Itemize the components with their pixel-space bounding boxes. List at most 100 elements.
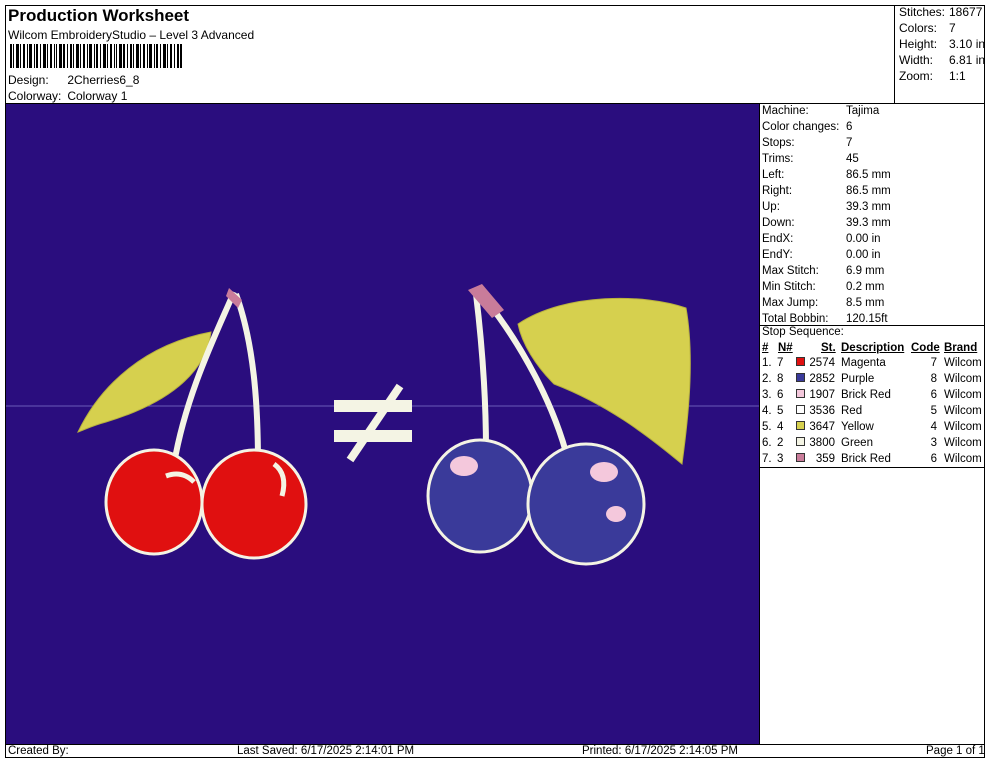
row-number: 2.	[762, 373, 772, 385]
left-stem-b	[233, 292, 261, 465]
row-needle: 6	[777, 389, 784, 401]
row-stitches: 2574	[809, 357, 835, 369]
info-value: 86.5 mm	[846, 185, 891, 197]
row-stitches: 359	[815, 453, 835, 465]
info-value: 39.3 mm	[846, 201, 891, 213]
color-swatch	[796, 437, 805, 446]
info-label: EndY:	[762, 249, 793, 261]
info-value: 120.15ft	[846, 313, 888, 325]
footer-page: Page 1 of 1	[926, 745, 985, 757]
row-needle: 7	[777, 357, 784, 369]
row-code: 5	[930, 405, 937, 417]
row-needle: 2	[777, 437, 784, 449]
height-value: 3.10 in	[949, 37, 986, 51]
cherries-artwork	[6, 284, 759, 566]
row-number: 4.	[762, 405, 772, 417]
colors-value: 7	[949, 21, 956, 35]
zoom-value: 1:1	[949, 69, 966, 83]
info-label: Max Jump:	[762, 297, 819, 309]
row-number: 3.	[762, 389, 772, 401]
footer-created: Created By:	[8, 745, 69, 757]
sequence-row: 4. 5 3536 Red 5 Wilcom	[762, 405, 984, 420]
software-name: Wilcom EmbroideryStudio – Level 3 Advanc…	[8, 28, 255, 42]
purple-highlight-a	[450, 456, 478, 476]
color-swatch	[796, 373, 805, 382]
row-description: Purple	[841, 373, 875, 385]
width-label: Width:	[899, 53, 934, 67]
info-value: 7	[846, 137, 853, 149]
color-swatch	[796, 405, 805, 414]
row-description: Brick Red	[841, 453, 891, 465]
info-label: EndX:	[762, 233, 794, 245]
row-description: Magenta	[841, 357, 886, 369]
design-row: Design: 2Cherries6_8	[8, 73, 139, 87]
info-label: Color changes:	[762, 121, 840, 133]
sequence-row: 2. 8 2852 Purple 8 Wilcom	[762, 373, 984, 388]
sequence-row: 5. 4 3647 Yellow 4 Wilcom	[762, 421, 984, 436]
height-label: Height:	[899, 37, 938, 51]
color-swatch	[796, 389, 805, 398]
row-description: Brick Red	[841, 389, 891, 401]
stats-box: Stitches: 18677 Colors: 7 Height: 3.10 in W…	[894, 5, 986, 103]
right-stem-a	[473, 293, 489, 451]
info-value: 8.5 mm	[846, 297, 885, 309]
colors-label: Colors:	[899, 21, 938, 35]
not-equal-sign	[334, 383, 412, 463]
row-stitches: 3800	[809, 437, 835, 449]
zoom-label: Zoom:	[899, 69, 934, 83]
colorway-value: Colorway 1	[67, 89, 128, 103]
sequence-row: 3. 6 1907 Brick Red 6 Wilcom	[762, 389, 984, 404]
col-stitches: St.	[821, 342, 836, 354]
info-label: Machine:	[762, 105, 809, 117]
stitches-value: 18677	[949, 5, 983, 19]
row-stitches: 3536	[809, 405, 835, 417]
row-brand: Wilcom	[944, 389, 982, 401]
row-description: Green	[841, 437, 873, 449]
row-code: 6	[930, 453, 937, 465]
info-value: 0.2 mm	[846, 281, 885, 293]
row-code: 6	[930, 389, 937, 401]
row-needle: 3	[777, 453, 784, 465]
left-leaf	[77, 331, 212, 433]
equals-bar-top	[334, 400, 412, 412]
row-brand: Wilcom	[944, 437, 982, 449]
row-brand: Wilcom	[944, 373, 982, 385]
design-value: 2Cherries6_8	[67, 73, 140, 87]
col-needle: N#	[778, 342, 793, 354]
color-swatch	[796, 357, 805, 366]
row-brand: Wilcom	[944, 453, 982, 465]
sequence-row: 1. 7 2574 Magenta 7 Wilcom	[762, 357, 984, 372]
info-label: Up:	[762, 201, 780, 213]
info-label: Stops:	[762, 137, 795, 149]
info-value: 86.5 mm	[846, 169, 891, 181]
slash	[346, 383, 404, 463]
row-number: 1.	[762, 357, 772, 369]
row-brand: Wilcom	[944, 421, 982, 433]
row-needle: 4	[777, 421, 784, 433]
purple-cherry-right	[526, 442, 646, 566]
barcode-image	[10, 44, 182, 68]
info-label: Down:	[762, 217, 795, 229]
row-code: 4	[930, 421, 937, 433]
stitches-label: Stitches:	[899, 5, 946, 19]
design-preview	[6, 104, 759, 744]
row-description: Red	[841, 405, 863, 417]
row-stitches: 1907	[809, 389, 835, 401]
page-title: Production Worksheet	[8, 6, 190, 25]
sequence-row: 6. 2 3800 Green 3 Wilcom	[762, 437, 984, 452]
row-code: 8	[930, 373, 937, 385]
info-label: Min Stitch:	[762, 281, 816, 293]
purple-cherries	[426, 284, 691, 566]
info-value: 6.9 mm	[846, 265, 885, 277]
info-value: Tajima	[846, 105, 880, 117]
panel-divider	[759, 104, 760, 744]
colorway-row: Colorway: Colorway 1	[8, 89, 127, 103]
col-brand: Brand	[944, 342, 978, 354]
row-number: 5.	[762, 421, 772, 433]
sequence-row: 7. 3 359 Brick Red 6 Wilcom	[762, 453, 984, 468]
footer-printed: Printed: 6/17/2025 2:14:05 PM	[582, 745, 738, 757]
info-label: Total Bobbin:	[762, 313, 829, 325]
row-number: 7.	[762, 453, 772, 465]
footer-saved: Last Saved: 6/17/2025 2:14:01 PM	[237, 745, 415, 757]
stop-sequence-title: Stop Sequence:	[762, 326, 844, 338]
